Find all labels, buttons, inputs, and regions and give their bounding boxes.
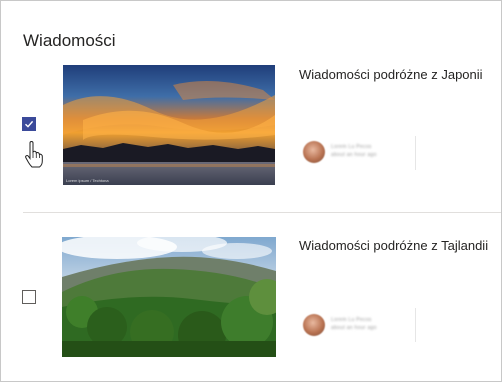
hand-pointer-cursor-icon xyxy=(25,141,43,168)
news-item-checkbox[interactable] xyxy=(22,290,36,304)
author-meta: about an hour ago xyxy=(331,152,377,158)
news-thumbnail-sunset[interactable]: Lorem ipsum / Techtona xyxy=(63,65,275,185)
author-avatar xyxy=(303,141,325,163)
sunset-lake-image xyxy=(63,65,275,185)
mountain-landscape-image xyxy=(62,237,276,357)
author-meta: about an hour ago xyxy=(331,325,377,331)
author-name: Lorem Lu Pecos xyxy=(331,317,372,323)
news-title[interactable]: Wiadomości podróżne z Tajlandii xyxy=(299,238,488,253)
author-avatar xyxy=(303,314,325,336)
image-caption: Lorem ipsum / Techtona xyxy=(66,178,109,183)
author-separator xyxy=(415,136,416,170)
news-selection-panel: Wiadomości Lorem ipsum / Techtona Wiadom… xyxy=(0,0,502,382)
checkmark-icon xyxy=(25,120,34,128)
item-divider xyxy=(23,212,501,213)
author-name: Lorem Lu Pecos xyxy=(331,144,372,150)
news-thumbnail-mountain[interactable] xyxy=(62,237,276,357)
author-separator xyxy=(415,308,416,342)
news-title[interactable]: Wiadomości podróżne z Japonii xyxy=(299,67,483,82)
section-title: Wiadomości xyxy=(23,31,116,50)
news-item-checkbox-checked[interactable] xyxy=(22,117,36,131)
